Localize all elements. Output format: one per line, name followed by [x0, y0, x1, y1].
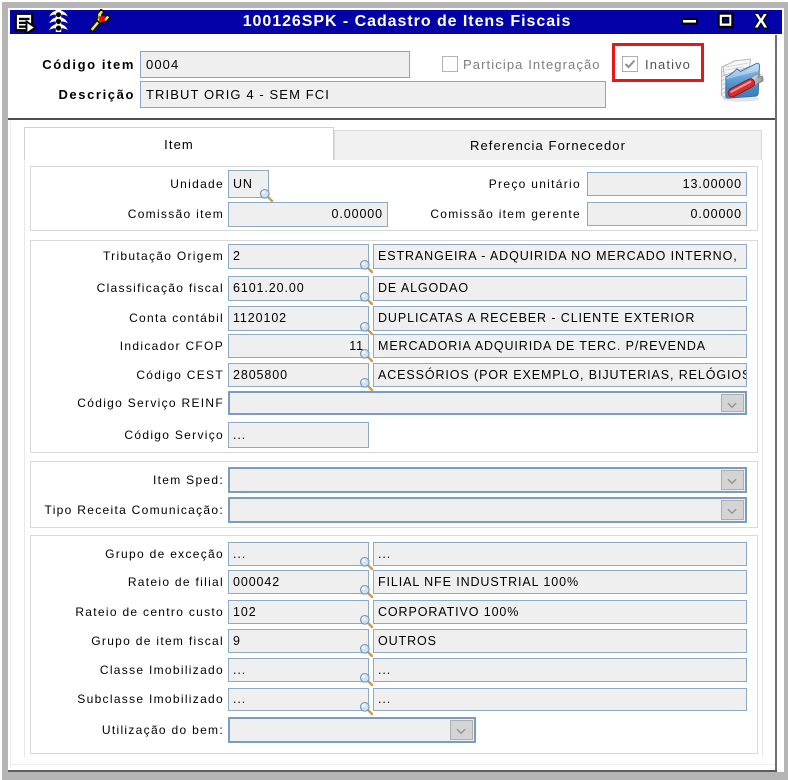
svg-text:X: X	[755, 12, 768, 33]
